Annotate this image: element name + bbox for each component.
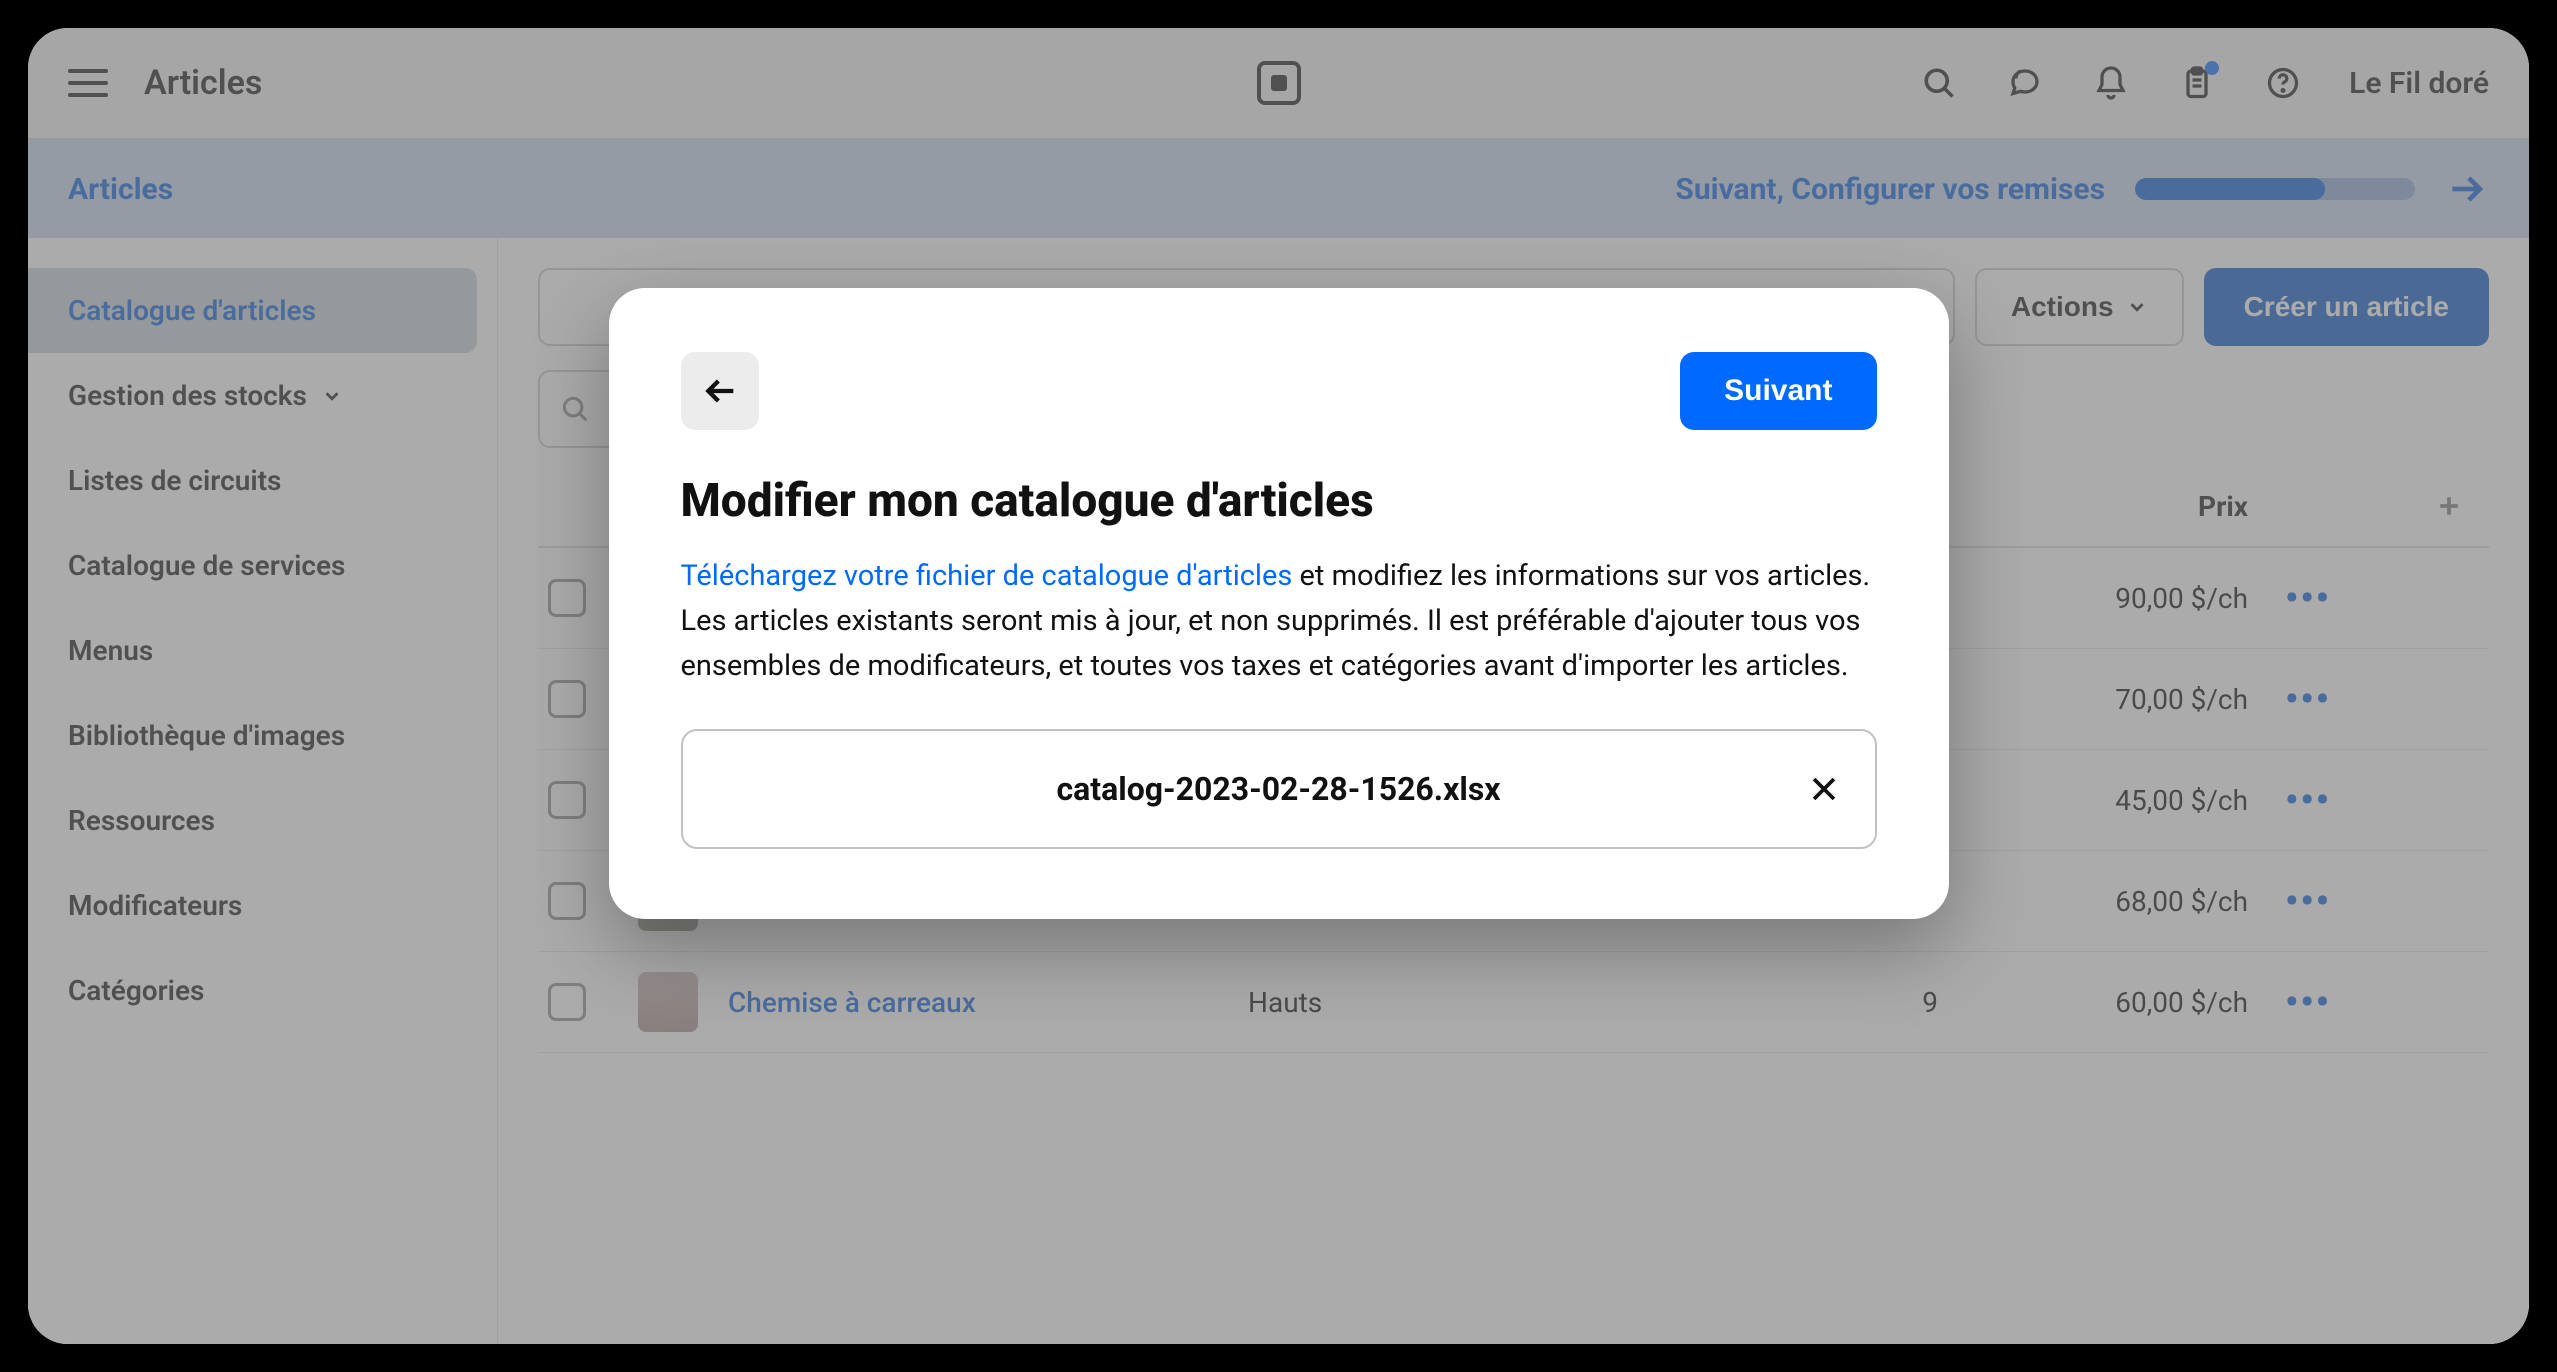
modal-overlay[interactable]: Suivant Modifier mon catalogue d'article… — [28, 28, 2529, 1344]
uploaded-file-name: catalog-2023-02-28-1526.xlsx — [1056, 770, 1500, 808]
uploaded-file-box: catalog-2023-02-28-1526.xlsx — [681, 729, 1877, 849]
modal-title: Modifier mon catalogue d'articles — [681, 474, 1877, 528]
arrow-left-icon — [700, 371, 740, 411]
remove-file-button[interactable] — [1807, 772, 1841, 806]
back-button[interactable] — [681, 352, 759, 430]
next-button[interactable]: Suivant — [1680, 352, 1876, 430]
import-modal: Suivant Modifier mon catalogue d'article… — [609, 288, 1949, 919]
modal-description: Téléchargez votre fichier de catalogue d… — [681, 554, 1877, 689]
close-icon — [1807, 772, 1841, 806]
download-link[interactable]: Téléchargez votre fichier de catalogue d… — [681, 559, 1293, 593]
